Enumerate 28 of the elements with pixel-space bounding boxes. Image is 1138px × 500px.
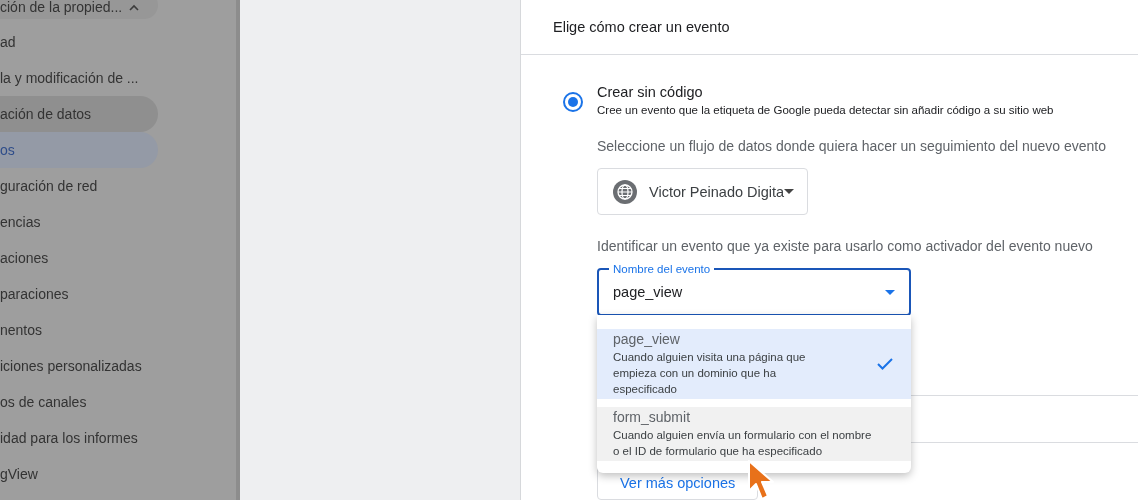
sidebar-item[interactable]: paraciones — [0, 276, 158, 312]
globe-icon — [613, 179, 637, 204]
option-description: Cree un evento que la etiqueta de Google pueda detectar sin añadir código a su sitio web — [597, 104, 1054, 116]
menu-option[interactable]: form_submit Cuando alguien envía un formulario con el nombre o el ID de formulario que ha especificado — [597, 407, 911, 461]
sidebar-item[interactable]: aciones — [0, 240, 158, 276]
sidebar-item[interactable]: idad para los informes — [0, 420, 158, 456]
sidebar-item[interactable]: nentos — [0, 312, 158, 348]
radio-button[interactable] — [563, 92, 583, 112]
chevron-icon — [128, 3, 141, 11]
menu-option[interactable]: page_view Cuando alguien visita una página que empieza con un dominio que ha especificado — [597, 329, 911, 399]
sidebar-item[interactable]: ación de datos — [0, 96, 158, 132]
caret-icon — [784, 189, 795, 194]
sidebar-item[interactable]: la y modificación de ... — [0, 60, 158, 96]
sidebar-item[interactable]: ad — [0, 24, 158, 60]
stream-label: Seleccione un flujo de datos donde quiera hacer un seguimiento del nuevo evento — [597, 138, 1107, 154]
sidebar-item[interactable]: os — [0, 132, 158, 168]
sidebar-item[interactable]: ción de la propied... — [0, 0, 158, 19]
sidebar-item[interactable]: guración de red — [0, 168, 158, 204]
sidebar-item[interactable]: encias — [0, 204, 158, 240]
caret-icon — [885, 289, 895, 295]
sidebar-item[interactable]: iciones personalizadas — [0, 348, 158, 384]
sidebar-item[interactable]: os de canales — [0, 384, 158, 420]
option-title: Crear sin código — [597, 84, 703, 100]
stream-select[interactable]: Victor Peinado Digita — [597, 168, 808, 215]
dialog-title: Elige cómo crear un evento — [553, 19, 730, 35]
check-icon — [877, 358, 893, 370]
sidebar-item[interactable]: gView — [0, 456, 158, 492]
event-label: Identificar un evento que ya existe para usarlo como activador del evento nuevo — [597, 238, 1093, 254]
